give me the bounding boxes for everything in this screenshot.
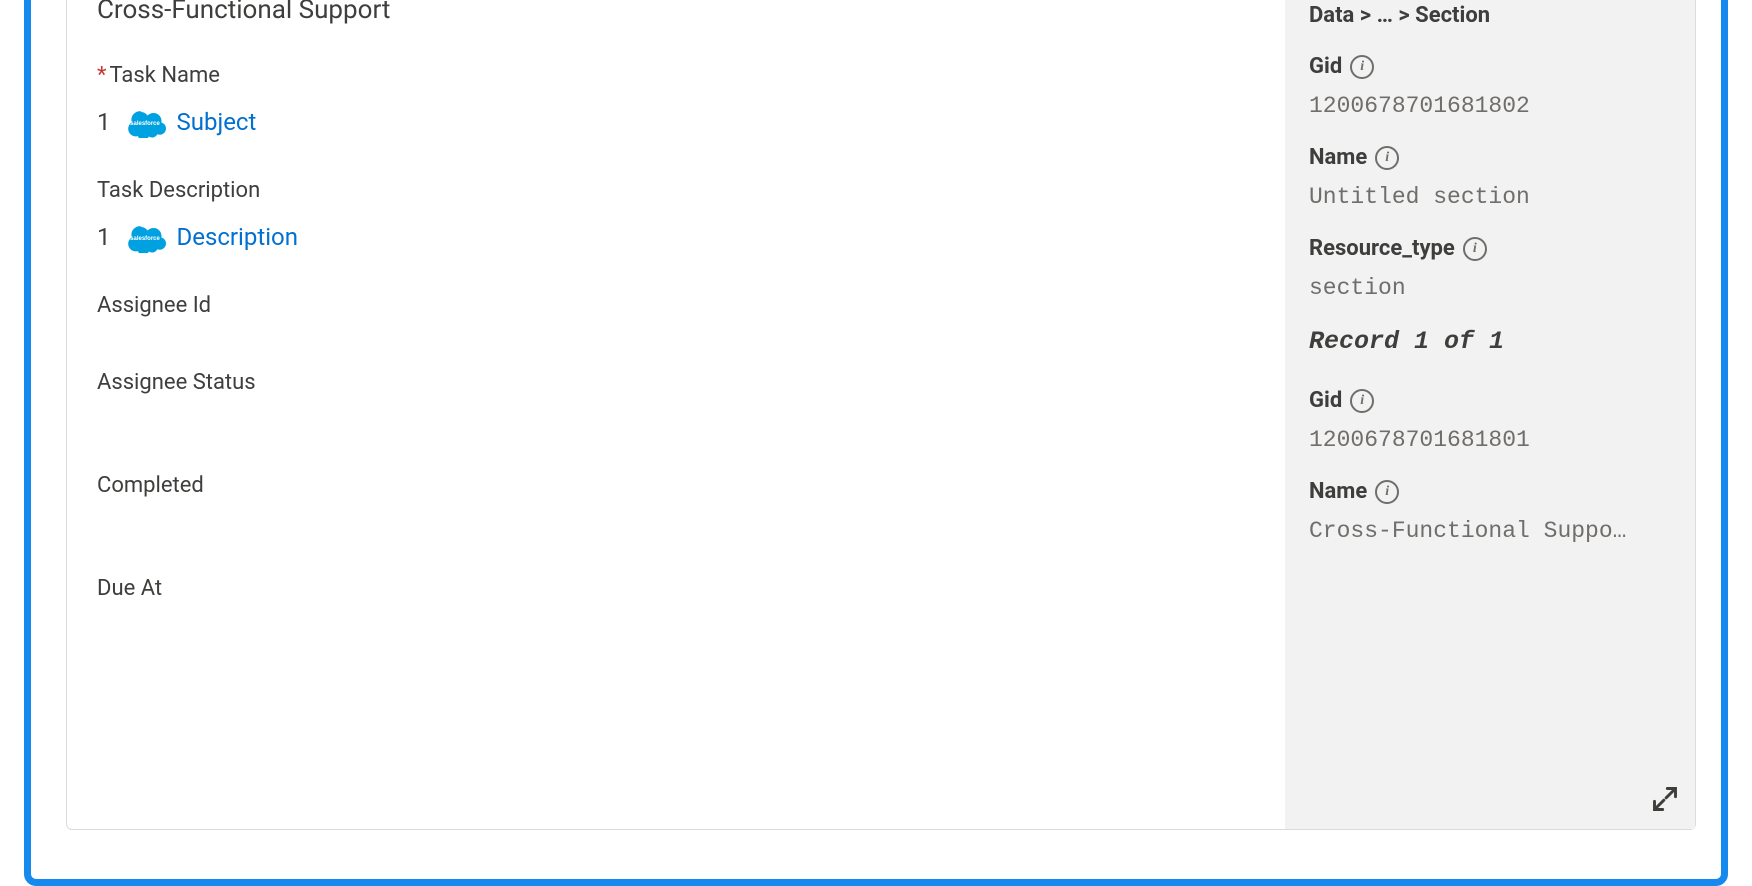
- sidebar-value: Untitled section: [1309, 184, 1671, 210]
- field-assignee-id: Assignee Id: [97, 293, 1255, 318]
- field-link-description[interactable]: Description: [177, 223, 299, 251]
- sidebar-field-name: Name i Untitled section: [1309, 145, 1671, 210]
- required-asterisk: *: [97, 63, 106, 88]
- sidebar-field-gid-2: Gid i 1200678701681801: [1309, 388, 1671, 453]
- svg-text:salesforce: salesforce: [130, 121, 160, 127]
- sidebar-value: 1200678701681801: [1309, 427, 1671, 453]
- sidebar-label: Gid: [1309, 54, 1342, 79]
- breadcrumb[interactable]: Data > … > Section: [1309, 3, 1671, 28]
- info-icon[interactable]: i: [1350, 55, 1374, 79]
- field-label: Completed: [97, 473, 1255, 498]
- field-value-row[interactable]: 1 salesforce Subject: [97, 106, 1255, 138]
- sidebar-label: Name: [1309, 479, 1367, 504]
- field-label: *Task Name: [97, 63, 1255, 88]
- field-due-at: Due At: [97, 576, 1255, 601]
- field-label: Assignee Id: [97, 293, 1255, 318]
- field-label: Assignee Status: [97, 370, 1255, 395]
- field-task-description: Task Description 1 salesforce Descriptio…: [97, 178, 1255, 253]
- salesforce-cloud-icon: salesforce: [121, 106, 169, 138]
- sidebar-field-resource-type: Resource_type i section: [1309, 236, 1671, 301]
- expand-icon[interactable]: [1651, 785, 1679, 813]
- info-icon[interactable]: i: [1463, 237, 1487, 261]
- section-title: Cross-Functional Support: [97, 0, 1255, 25]
- field-value-row[interactable]: 1 salesforce Description: [97, 221, 1255, 253]
- field-label: Due At: [97, 576, 1255, 601]
- field-completed: Completed: [97, 473, 1255, 498]
- record-indicator: Record 1 of 1: [1309, 327, 1671, 356]
- outer-container: Cross-Functional Support *Task Name 1 sa…: [24, 0, 1728, 886]
- field-label: Task Description: [97, 178, 1255, 203]
- sidebar-label: Gid: [1309, 388, 1342, 413]
- info-icon[interactable]: i: [1350, 389, 1374, 413]
- info-icon[interactable]: i: [1375, 480, 1399, 504]
- field-index: 1: [97, 108, 111, 136]
- sidebar-value: section: [1309, 275, 1671, 301]
- sidebar-field-name-2: Name i Cross-Functional Suppo…: [1309, 479, 1671, 544]
- sidebar-label: Name: [1309, 145, 1367, 170]
- field-assignee-status: Assignee Status: [97, 370, 1255, 395]
- sidebar-value: Cross-Functional Suppo…: [1309, 518, 1671, 544]
- field-task-name: *Task Name 1 salesforce Subject: [97, 63, 1255, 138]
- field-link-subject[interactable]: Subject: [177, 108, 257, 136]
- sidebar-value: 1200678701681802: [1309, 93, 1671, 119]
- salesforce-cloud-icon: salesforce: [121, 221, 169, 253]
- info-icon[interactable]: i: [1375, 146, 1399, 170]
- main-area: Cross-Functional Support *Task Name 1 sa…: [67, 0, 1285, 829]
- inner-panel: Cross-Functional Support *Task Name 1 sa…: [66, 0, 1696, 830]
- sidebar-field-gid: Gid i 1200678701681802: [1309, 54, 1671, 119]
- field-index: 1: [97, 223, 111, 251]
- sidebar: Data > … > Section Gid i 120067870168180…: [1285, 0, 1695, 829]
- svg-text:salesforce: salesforce: [130, 236, 160, 242]
- sidebar-label: Resource_type: [1309, 236, 1455, 261]
